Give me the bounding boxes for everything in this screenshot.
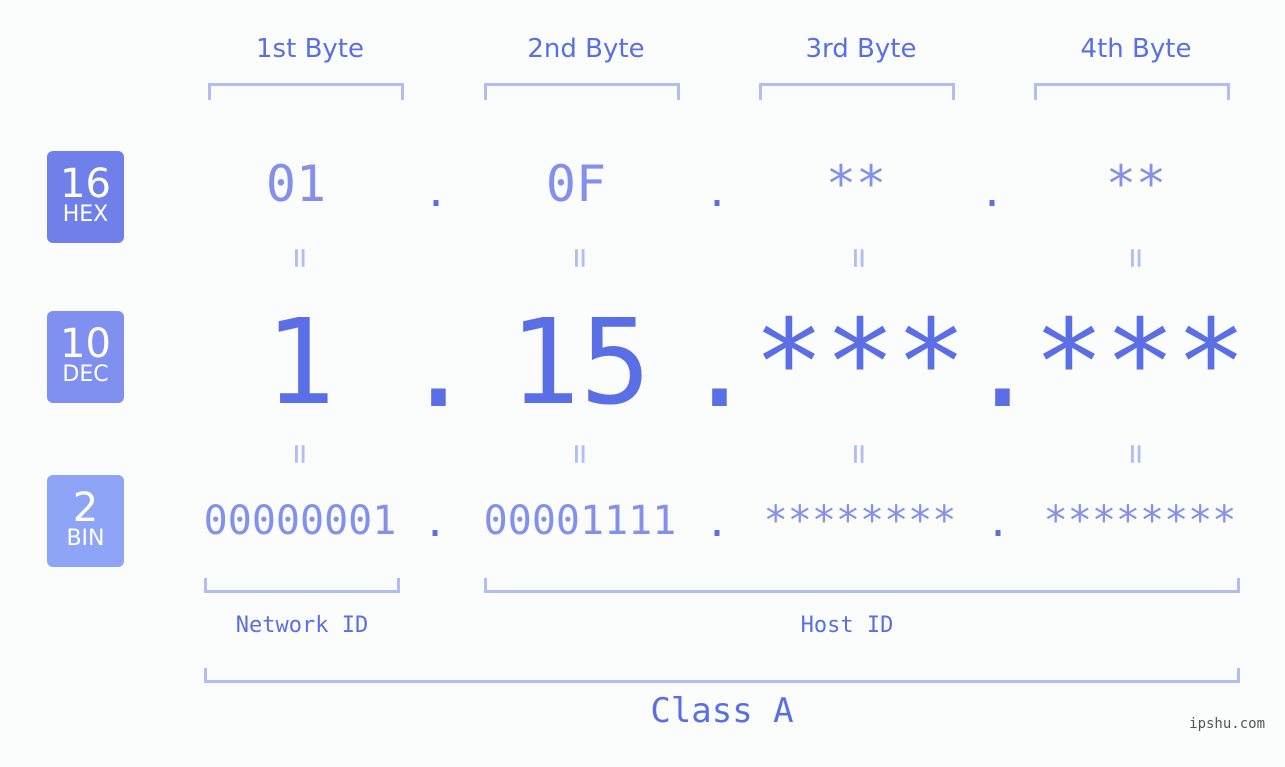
byte-header-1: 1st Byte	[256, 34, 364, 64]
byte-bracket-3	[759, 83, 955, 100]
hex-dot-2: .	[704, 170, 730, 216]
dec-dot-1: .	[403, 296, 475, 434]
network-id-label: Network ID	[235, 613, 369, 638]
hex-byte-2: 0F	[545, 155, 607, 213]
host-id-bracket	[484, 578, 1240, 593]
bin-badge: 2 BIN	[47, 475, 124, 567]
dec-base: 10	[60, 321, 111, 367]
hex-base: 16	[60, 161, 111, 207]
bin-byte-1: 00000001	[203, 498, 397, 544]
network-id-bracket	[204, 578, 400, 593]
hex-label: HEX	[62, 202, 109, 227]
dec-byte-3: ***	[753, 293, 967, 431]
dec-byte-4: ***	[1033, 293, 1247, 431]
byte-bracket-1	[208, 83, 404, 100]
bin-byte-4: ********	[1043, 498, 1237, 544]
bin-byte-3: ********	[763, 498, 957, 544]
bin-label: BIN	[66, 526, 105, 551]
equals-dec-bin-1: =	[279, 443, 320, 465]
dec-dot-3: .	[967, 296, 1039, 434]
byte-bracket-2	[484, 83, 680, 100]
byte-header-4: 4th Byte	[1080, 34, 1192, 64]
equals-hex-dec-4: =	[1115, 247, 1156, 269]
class-bracket	[204, 668, 1240, 683]
bin-dot-2: .	[704, 500, 730, 546]
equals-hex-dec-1: =	[279, 247, 320, 269]
byte-bracket-4	[1034, 83, 1230, 100]
bin-byte-2: 00001111	[483, 498, 677, 544]
equals-hex-dec-3: =	[838, 247, 879, 269]
dec-dot-2: .	[684, 296, 756, 434]
dec-byte-2: 15	[508, 293, 652, 431]
equals-hex-dec-2: =	[559, 247, 600, 269]
equals-dec-bin-3: =	[838, 443, 879, 465]
hex-byte-3: **	[825, 155, 887, 213]
dec-label: DEC	[62, 362, 109, 387]
watermark: ipshu.com	[1189, 716, 1265, 732]
byte-header-2: 2nd Byte	[527, 34, 645, 64]
equals-dec-bin-2: =	[559, 443, 600, 465]
host-id-label: Host ID	[800, 613, 894, 638]
hex-byte-1: 01	[265, 155, 327, 213]
hex-badge: 16 HEX	[47, 151, 124, 243]
byte-header-3: 3rd Byte	[805, 34, 917, 64]
hex-dot-3: .	[979, 170, 1005, 216]
hex-byte-4: **	[1105, 155, 1167, 213]
hex-dot-1: .	[423, 170, 449, 216]
dec-badge: 10 DEC	[47, 311, 124, 403]
bin-dot-3: .	[985, 500, 1011, 546]
class-label: Class A	[650, 691, 794, 731]
bin-dot-1: .	[422, 500, 448, 546]
dec-byte-1: 1	[264, 293, 336, 431]
equals-dec-bin-4: =	[1115, 443, 1156, 465]
bin-base: 2	[72, 485, 99, 531]
